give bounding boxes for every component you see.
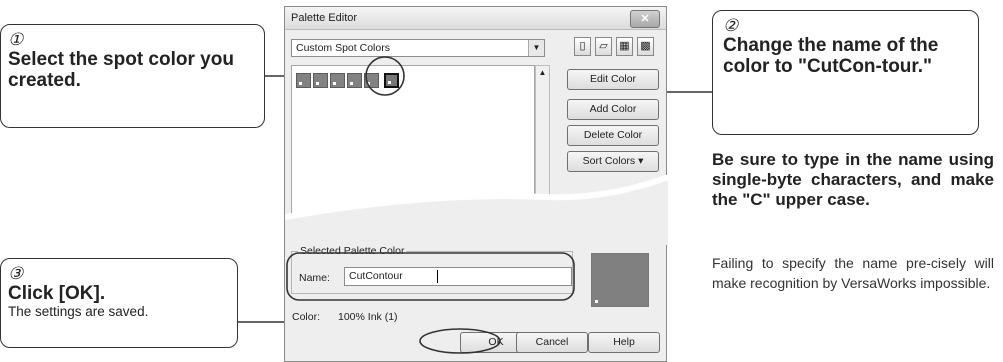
step-2-number: ② <box>723 16 739 36</box>
name-input[interactable]: CutContour <box>344 267 572 286</box>
step-3-title: Click [OK]. <box>8 283 106 304</box>
scroll-up-icon[interactable]: ▲ <box>536 68 549 77</box>
color-swatch[interactable] <box>347 73 362 88</box>
callout-step-2: ② Change the name of the color to "CutCo… <box>712 10 979 135</box>
important-note: Be sure to type in the name using single… <box>712 150 994 209</box>
add-color-button[interactable]: Add Color <box>567 99 659 120</box>
name-label: Name: <box>299 272 330 284</box>
help-button[interactable]: Help <box>588 332 660 353</box>
selected-palette-color-group: Selected Palette Color Name: CutContour <box>291 245 573 294</box>
delete-color-button[interactable]: Delete Color <box>567 125 659 146</box>
color-label: Color: <box>292 311 321 323</box>
open-palette-button[interactable]: ▱ <box>595 37 612 56</box>
save-palette-icon: ▦ <box>619 40 630 52</box>
cut-away-wave <box>285 175 668 245</box>
save-as-palette-button[interactable]: ▩ <box>637 37 654 56</box>
dialog-title: Palette Editor <box>291 12 358 24</box>
chevron-down-icon[interactable]: ▼ <box>528 40 544 56</box>
color-swatch[interactable] <box>313 73 328 88</box>
step-3-subtitle: The settings are saved. <box>8 304 149 319</box>
save-palette-button[interactable]: ▦ <box>616 37 633 56</box>
group-label: Selected Palette Color <box>298 245 407 257</box>
new-palette-icon: ▯ <box>579 40 586 52</box>
name-input-value: CutContour <box>349 270 403 282</box>
close-icon: ✕ <box>640 13 650 25</box>
color-swatch[interactable] <box>330 73 345 88</box>
step-1-title: Select the spot color you created. <box>8 49 234 91</box>
palette-editor-dialog: Palette Editor ✕ Custom Spot Colors ▼ ▯ … <box>284 6 668 362</box>
close-button[interactable]: ✕ <box>630 10 660 28</box>
color-swatch-selected[interactable] <box>384 73 399 88</box>
sort-colors-button[interactable]: Sort Colors ▾ <box>567 151 659 172</box>
step-1-number: ① <box>8 30 24 50</box>
dialog-titlebar[interactable]: Palette Editor ✕ <box>285 7 666 30</box>
edit-color-button[interactable]: Edit Color <box>567 69 659 90</box>
warning-note: Failing to specify the name pre-cisely w… <box>712 255 994 291</box>
color-swatch[interactable] <box>364 73 379 88</box>
step-3-number: ③ <box>8 264 24 284</box>
step-2-title: Change the name of the color to "CutCon-… <box>723 35 939 77</box>
text-caret <box>437 270 438 283</box>
cancel-button[interactable]: Cancel <box>516 332 588 353</box>
color-value: 100% Ink (1) <box>338 311 398 323</box>
callout-step-3: ③ Click [OK]. The settings are saved. <box>0 258 238 348</box>
save-as-palette-icon: ▩ <box>640 40 651 52</box>
palette-select-value: Custom Spot Colors <box>296 42 390 54</box>
new-palette-button[interactable]: ▯ <box>574 37 591 56</box>
color-preview <box>591 253 649 307</box>
open-palette-icon: ▱ <box>599 40 608 52</box>
callout-step-1: ① Select the spot color you created. <box>0 24 265 128</box>
palette-select[interactable]: Custom Spot Colors ▼ <box>291 39 545 57</box>
color-swatch[interactable] <box>296 73 311 88</box>
